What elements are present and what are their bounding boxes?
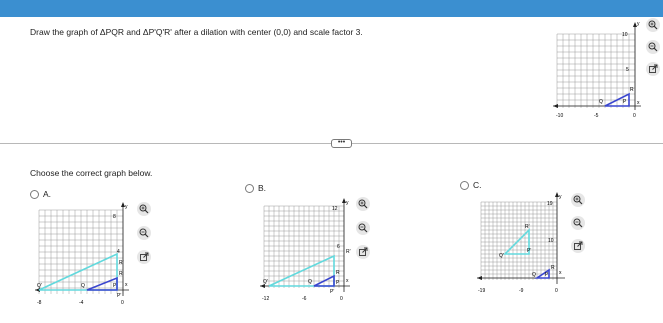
zoom-in-button[interactable] xyxy=(356,197,370,211)
tick-y: 8 xyxy=(113,214,116,220)
radio-option-b[interactable] xyxy=(245,183,254,193)
point-label: R' xyxy=(525,224,530,230)
graph-option-c: y x -19 -9 0 19 10 Q P R Q' P' R' xyxy=(477,192,565,294)
top-bar xyxy=(0,0,663,17)
x-axis-label: x xyxy=(125,282,128,288)
graph-option-a: y x -8 -4 0 8 4 Q P R Q' P' R' xyxy=(35,202,129,306)
zoom-in-icon xyxy=(648,20,658,30)
external-link-icon xyxy=(359,247,368,256)
x-axis-label: x xyxy=(346,278,349,284)
tick-y: 5 xyxy=(626,67,629,73)
external-link-icon xyxy=(140,252,149,261)
external-link-button[interactable] xyxy=(356,245,370,259)
option-a-label: A. xyxy=(43,189,52,199)
external-link-button[interactable] xyxy=(137,250,151,264)
x-axis-label: x xyxy=(637,100,640,106)
point-label: P' xyxy=(117,293,121,299)
zoom-in-button[interactable] xyxy=(646,18,660,32)
tick-x: -5 xyxy=(594,113,599,119)
zoom-in-icon xyxy=(358,199,368,209)
y-axis-label: y xyxy=(559,194,562,200)
external-link-icon xyxy=(649,64,658,73)
zoom-out-button[interactable] xyxy=(571,216,585,230)
radio-option-c[interactable] xyxy=(460,180,469,190)
point-label: Q xyxy=(308,279,312,285)
point-label: R' xyxy=(346,249,351,255)
zoom-in-button[interactable] xyxy=(137,202,151,216)
prompt-text: Choose the correct graph below. xyxy=(30,168,153,178)
y-axis-label: y xyxy=(346,200,349,206)
graph-option-b: y x -12 -6 0 12 6 Q P R Q' P' R' xyxy=(260,198,351,302)
external-link-icon xyxy=(574,241,583,250)
zoom-in-button[interactable] xyxy=(571,193,585,207)
tick-x: 0 xyxy=(340,296,343,302)
tick-y: 6 xyxy=(337,244,340,250)
zoom-out-icon xyxy=(358,223,368,233)
option-c[interactable]: C. xyxy=(460,180,482,190)
zoom-out-button[interactable] xyxy=(137,226,151,240)
tick-x: 0 xyxy=(121,300,124,306)
tick-y: 19 xyxy=(547,201,553,207)
zoom-out-icon xyxy=(648,42,658,52)
tick-x: 0 xyxy=(555,288,558,294)
option-b[interactable]: B. xyxy=(245,183,266,193)
tick-x: 0 xyxy=(633,113,636,119)
point-label: R xyxy=(336,270,340,276)
question-text: Draw the graph of ΔPQR and ΔP'Q'R' after… xyxy=(30,27,363,37)
tick-x: -9 xyxy=(519,288,524,294)
point-label: Q xyxy=(81,283,85,289)
x-axis-label: x xyxy=(559,270,562,276)
point-label: R' xyxy=(119,260,124,266)
zoom-out-button[interactable] xyxy=(646,40,660,54)
zoom-out-icon xyxy=(139,228,149,238)
tick-x: -10 xyxy=(556,113,563,119)
external-link-button[interactable] xyxy=(646,62,660,76)
zoom-in-icon xyxy=(573,195,583,205)
point-label: Q' xyxy=(499,253,504,259)
point-label: R xyxy=(119,271,123,277)
zoom-out-button[interactable] xyxy=(356,221,370,235)
point-label: Q xyxy=(532,272,536,278)
tick-y: 10 xyxy=(548,238,554,244)
tick-x: -19 xyxy=(478,288,485,294)
external-link-button[interactable] xyxy=(571,239,585,253)
tick-x: -8 xyxy=(37,300,42,306)
y-axis-label: y xyxy=(637,21,640,27)
more-button[interactable]: ••• xyxy=(331,139,352,148)
tick-x: -12 xyxy=(262,296,269,302)
point-label: Q' xyxy=(263,279,268,285)
question-graph: y x -10 -5 0 10 5 Q P R xyxy=(553,21,641,119)
zoom-in-icon xyxy=(139,204,149,214)
point-label: Q xyxy=(599,99,603,105)
option-b-label: B. xyxy=(258,183,267,193)
option-a[interactable]: A. xyxy=(30,189,51,199)
tick-y: 12 xyxy=(332,206,338,212)
tick-x: -6 xyxy=(302,296,307,302)
point-label: R xyxy=(551,265,555,271)
tick-y: 10 xyxy=(622,32,628,38)
point-label: Q' xyxy=(37,283,42,289)
point-label: P' xyxy=(330,289,334,295)
radio-option-a[interactable] xyxy=(30,189,39,199)
tick-x: -4 xyxy=(79,300,84,306)
y-axis-label: y xyxy=(125,204,128,210)
point-label: P' xyxy=(527,248,531,254)
tick-y: 4 xyxy=(117,249,120,255)
point-label: R xyxy=(630,87,634,93)
zoom-out-icon xyxy=(573,218,583,228)
option-c-label: C. xyxy=(473,180,482,190)
